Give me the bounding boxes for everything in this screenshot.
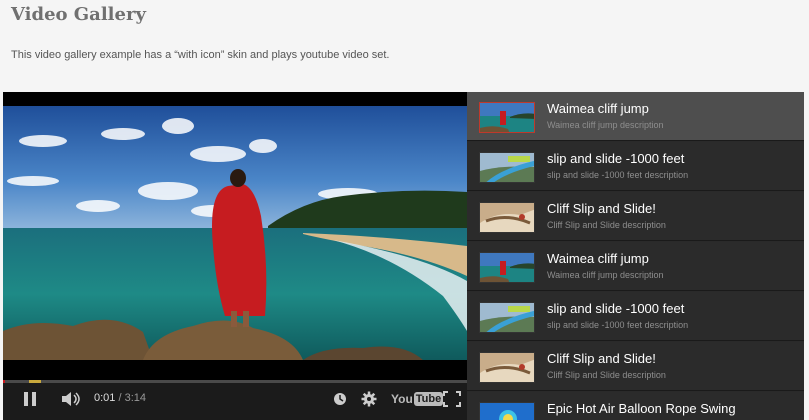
duration: 3:14 — [124, 392, 147, 404]
pause-icon — [24, 392, 36, 406]
playlist-item-title: slip and slide -1000 feet — [547, 151, 685, 166]
video-scene — [3, 106, 467, 360]
playlist-thumbnail — [479, 402, 535, 420]
playlist-thumbnail — [479, 252, 535, 283]
playlist-item-description: Waimea cliff jump description — [547, 270, 664, 280]
clock-icon — [334, 393, 346, 405]
page-title: Video Gallery — [11, 4, 146, 25]
playlist-item-description: Cliff Slip and Slide description — [547, 220, 666, 230]
youtube-logo-you: You — [391, 392, 413, 406]
playlist-item-title: Waimea cliff jump — [547, 101, 649, 116]
playlist-thumbnail — [479, 102, 535, 133]
volume-button[interactable] — [61, 390, 83, 408]
settings-button[interactable] — [361, 390, 377, 408]
playlist-item[interactable]: Waimea cliff jump Waimea cliff jump descr… — [467, 92, 804, 141]
playlist-item-title: slip and slide -1000 feet — [547, 301, 685, 316]
playlist-item-title: Epic Hot Air Balloon Rope Swing — [547, 401, 736, 416]
fullscreen-icon — [443, 391, 461, 407]
playlist-thumbnail — [479, 302, 535, 333]
video-gallery: 0:01 / 3:14 You Tube Waimea cliff jump W… — [3, 92, 804, 420]
playlist-thumbnail — [479, 152, 535, 183]
playlist-item-description: Cliff Slip and Slide description — [547, 370, 666, 380]
playlist-item-title: Cliff Slip and Slide! — [547, 201, 656, 216]
fullscreen-button[interactable] — [443, 390, 461, 408]
current-time: 0:01 — [94, 392, 116, 404]
youtube-logo[interactable]: You Tube — [391, 390, 444, 408]
playlist-item-title: Waimea cliff jump — [547, 251, 649, 266]
playlist-item-description: slip and slide -1000 feet description — [547, 320, 689, 330]
time-display: 0:01 / 3:14 — [94, 392, 146, 404]
video-playlist: Waimea cliff jump Waimea cliff jump descr… — [467, 92, 804, 420]
volume-icon — [62, 392, 80, 406]
pause-button[interactable] — [23, 390, 37, 408]
playlist-thumbnail — [479, 202, 535, 233]
playlist-item[interactable]: Cliff Slip and Slide! Cliff Slip and Slid… — [467, 192, 804, 241]
progress-played — [3, 380, 6, 383]
progress-buffered — [29, 380, 41, 383]
playlist-item[interactable]: Waimea cliff jump Waimea cliff jump descr… — [467, 242, 804, 291]
playlist-item[interactable]: Cliff Slip and Slide! Cliff Slip and Slid… — [467, 342, 804, 391]
youtube-logo-tube: Tube — [413, 392, 444, 406]
playlist-item[interactable]: Epic Hot Air Balloon Rope Swing — [467, 392, 804, 420]
player-controls: 0:01 / 3:14 You Tube — [3, 380, 467, 420]
playlist-item-description: slip and slide -1000 feet description — [547, 170, 689, 180]
page-description: This video gallery example has a “with i… — [11, 49, 390, 61]
playlist-item-title: Cliff Slip and Slide! — [547, 351, 656, 366]
playlist-item[interactable]: slip and slide -1000 feet slip and slide … — [467, 142, 804, 191]
playlist-thumbnail — [479, 352, 535, 383]
video-frame[interactable] — [3, 106, 467, 360]
gear-icon — [361, 391, 377, 407]
playlist-item-description: Waimea cliff jump description — [547, 120, 664, 130]
video-player: 0:01 / 3:14 You Tube — [3, 92, 467, 420]
watch-later-button[interactable] — [333, 390, 347, 408]
time-separator: / — [115, 392, 125, 404]
progress-bar[interactable] — [3, 380, 467, 383]
playlist-item[interactable]: slip and slide -1000 feet slip and slide … — [467, 292, 804, 341]
